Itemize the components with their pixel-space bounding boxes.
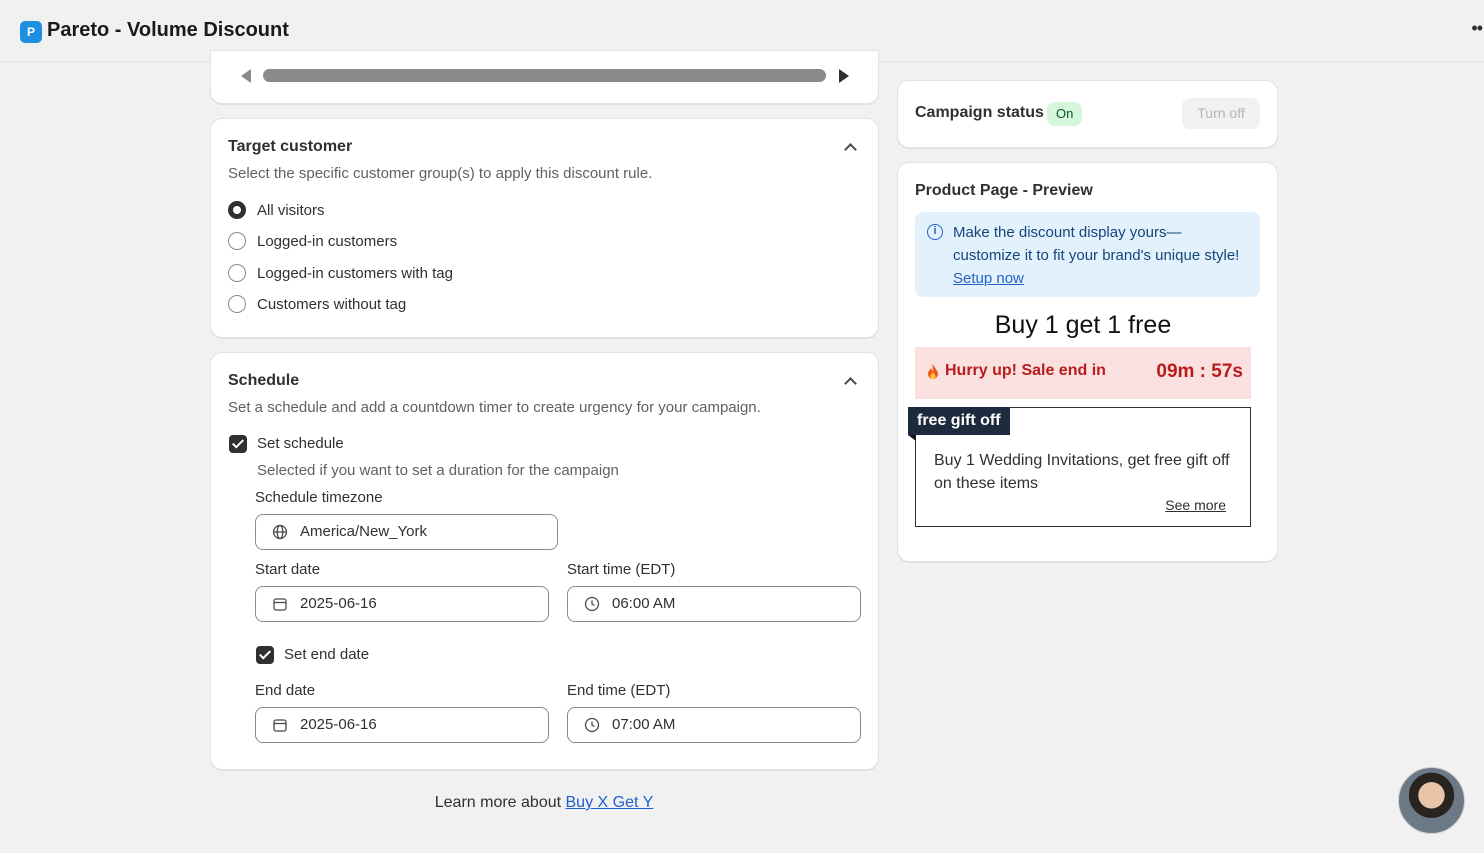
info-banner: i Make the discount display yours—custom…	[915, 212, 1260, 297]
scroll-card	[210, 50, 879, 104]
radio-all-visitors[interactable]: All visitors	[228, 200, 325, 220]
turn-off-button[interactable]: Turn off	[1182, 98, 1260, 129]
collapse-chevron-icon[interactable]	[844, 143, 857, 156]
radio-logged-in-with-tag[interactable]: Logged-in customers with tag	[228, 263, 453, 283]
more-actions-icon[interactable]: ••	[1471, 18, 1483, 39]
app-title: Pareto - Volume Discount	[47, 19, 289, 41]
set-end-date-checkbox[interactable]	[256, 646, 274, 664]
radio-label: Logged-in customers with tag	[257, 264, 453, 282]
flame-icon	[928, 364, 938, 379]
scroll-right-arrow-icon[interactable]	[839, 69, 849, 83]
end-date-label: End date	[255, 682, 316, 699]
hurry-text: Hurry up! Sale end in	[945, 362, 1106, 379]
end-date-input[interactable]: 2025-06-16	[255, 707, 549, 743]
radio-button[interactable]	[228, 295, 246, 313]
radio-customers-without-tag[interactable]: Customers without tag	[228, 294, 406, 314]
radio-button[interactable]	[228, 264, 246, 282]
target-customer-title: Target customer	[228, 138, 353, 155]
banner-text: Make the discount display yours—customiz…	[953, 221, 1243, 290]
buy-x-get-y-link[interactable]: Buy X Get Y	[566, 794, 654, 811]
end-time-input[interactable]: 07:00 AM	[567, 707, 861, 743]
radio-label: Customers without tag	[257, 295, 407, 313]
app-logo-icon: P	[20, 21, 42, 43]
end-time-label: End time (EDT)	[567, 682, 671, 699]
target-customer-description: Select the specific customer group(s) to…	[228, 165, 653, 182]
countdown-timer: 09m : 57s	[1156, 361, 1243, 382]
status-badge: On	[1047, 102, 1083, 126]
target-customer-card: Target customer Select the specific cust…	[210, 118, 879, 338]
start-time-input[interactable]: 06:00 AM	[567, 586, 861, 622]
radio-label: All visitors	[257, 201, 325, 219]
product-preview-card: Product Page - Preview i Make the discou…	[897, 162, 1278, 562]
campaign-status-title: Campaign status	[915, 104, 1044, 121]
end-time-value: 07:00 AM	[612, 716, 676, 733]
gift-description: Buy 1 Wedding Invitations, get free gift…	[934, 452, 1230, 492]
start-date-label: Start date	[255, 561, 321, 578]
horizontal-scrollbar[interactable]	[263, 69, 826, 82]
radio-logged-in-customers[interactable]: Logged-in customers	[228, 231, 397, 251]
info-icon: i	[927, 224, 943, 240]
free-gift-tag: free gift off	[908, 407, 1010, 441]
timezone-select[interactable]: America/New_York	[255, 514, 558, 550]
campaign-status-card: Campaign status On Turn off	[897, 80, 1278, 148]
set-schedule-help: Selected if you want to set a duration f…	[257, 462, 619, 479]
clock-icon	[584, 596, 600, 612]
start-time-value: 06:00 AM	[612, 595, 676, 612]
calendar-icon	[273, 719, 287, 732]
radio-button[interactable]	[228, 201, 246, 219]
set-end-date-label: Set end date	[284, 646, 370, 663]
schedule-description: Set a schedule and add a countdown timer…	[228, 399, 761, 416]
setup-now-link[interactable]: Setup now	[953, 270, 1024, 287]
schedule-card: Schedule Set a schedule and add a countd…	[210, 352, 879, 770]
globe-icon	[272, 524, 288, 540]
start-date-input[interactable]: 2025-06-16	[255, 586, 549, 622]
learn-more-prefix: Learn more about	[434, 794, 566, 811]
timezone-label: Schedule timezone	[255, 489, 383, 506]
clock-icon	[584, 717, 600, 733]
calendar-icon	[273, 598, 287, 611]
set-schedule-label: Set schedule	[257, 435, 344, 452]
preview-title: Product Page - Preview	[915, 182, 1093, 199]
learn-more-text: Learn more about Buy X Get Y	[0, 794, 1088, 812]
set-schedule-checkbox[interactable]	[229, 435, 247, 453]
radio-button[interactable]	[228, 232, 246, 250]
scroll-left-arrow-icon[interactable]	[241, 69, 251, 83]
collapse-chevron-icon[interactable]	[844, 377, 857, 390]
offer-title: Buy 1 get 1 free	[994, 311, 1172, 339]
start-time-label: Start time (EDT)	[567, 561, 676, 578]
banner-message: Make the discount display yours—customiz…	[953, 224, 1240, 264]
start-date-value: 2025-06-16	[300, 595, 377, 612]
schedule-title: Schedule	[228, 372, 300, 389]
radio-label: Logged-in customers	[257, 232, 398, 250]
see-more-link[interactable]: See more	[1165, 497, 1226, 513]
support-chat-avatar[interactable]	[1398, 767, 1465, 834]
free-gift-box: free gift off Buy 1 Wedding Invitations,…	[908, 407, 1251, 527]
countdown-bar: Hurry up! Sale end in 09m : 57s	[915, 347, 1251, 399]
timezone-value: America/New_York	[300, 523, 427, 540]
end-date-value: 2025-06-16	[300, 716, 377, 733]
